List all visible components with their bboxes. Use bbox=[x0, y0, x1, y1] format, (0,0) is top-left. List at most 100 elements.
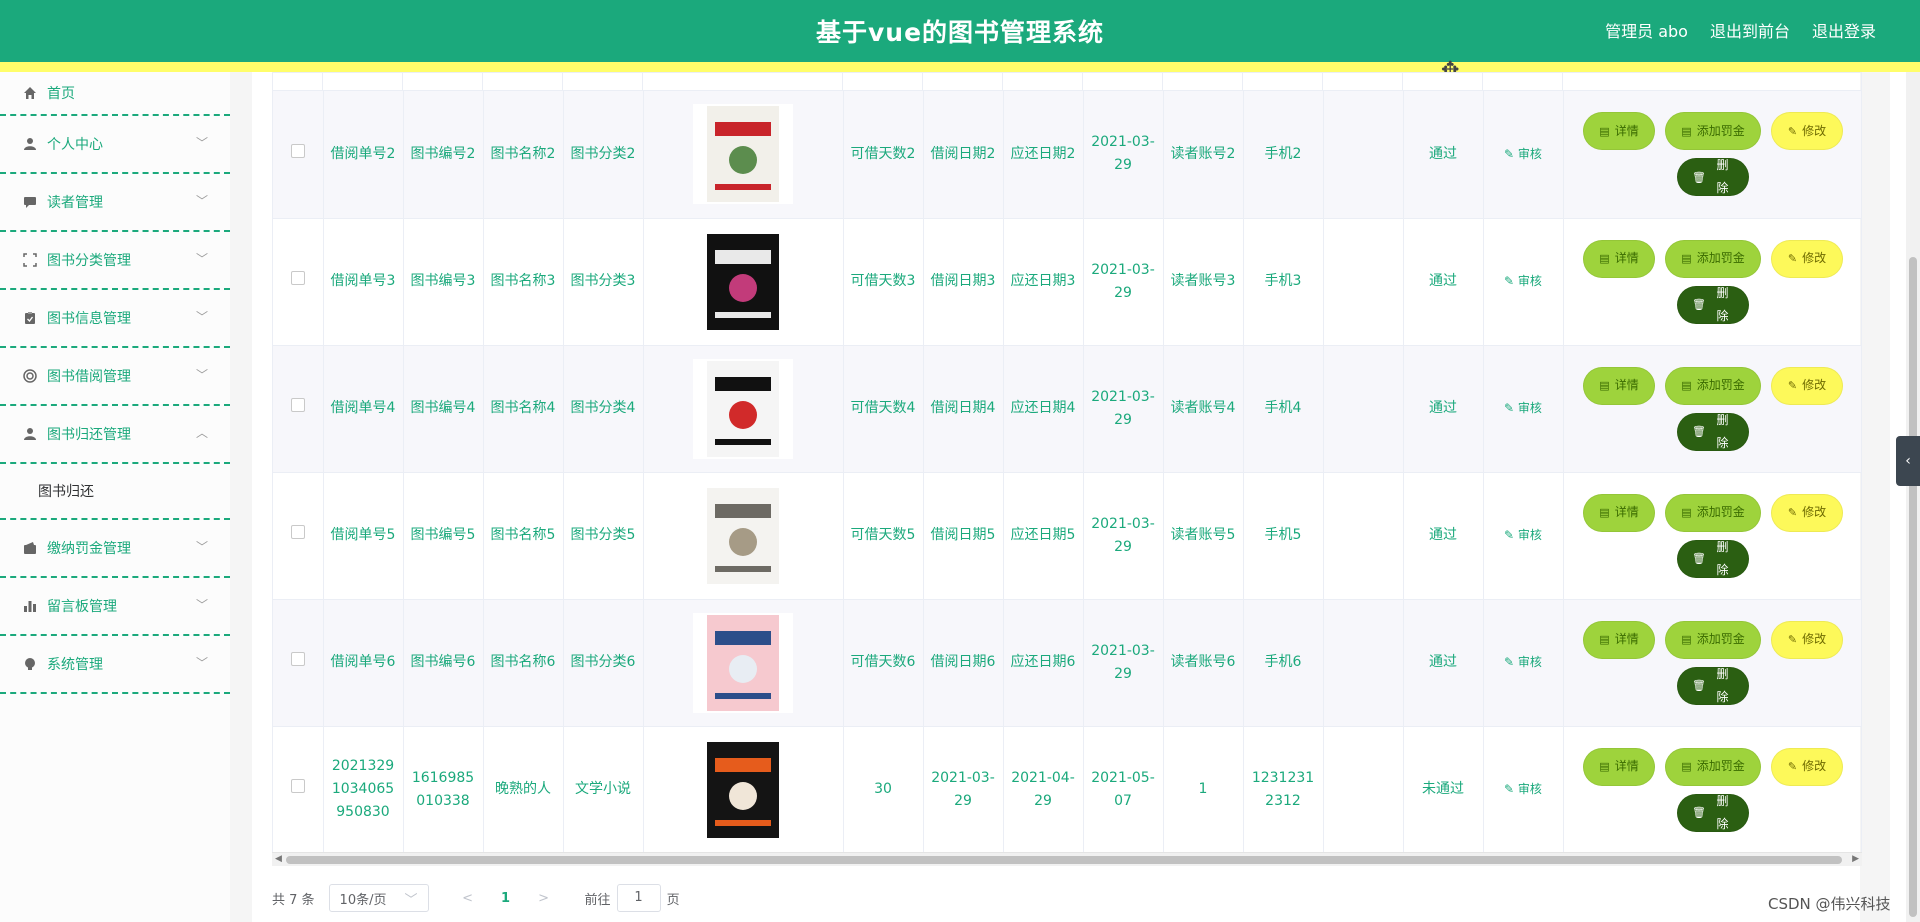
sidebar-item-label: 系统管理 bbox=[47, 657, 103, 673]
edit-button[interactable]: ✎ 修改 bbox=[1771, 366, 1843, 405]
row-checkbox[interactable] bbox=[290, 652, 305, 666]
audit-button[interactable]: ✎ 审核 bbox=[1504, 401, 1542, 415]
edit-button[interactable]: ✎ 修改 bbox=[1771, 747, 1843, 786]
audit-cell: ✎ 审核 bbox=[1483, 91, 1564, 219]
add-fine-button-label: 添加罚金 bbox=[1696, 632, 1745, 646]
borrow-days-cell: 可借天数3 bbox=[843, 218, 924, 346]
add-fine-button[interactable]: ▤ 添加罚金 bbox=[1665, 747, 1761, 786]
row-checkbox[interactable] bbox=[290, 271, 305, 285]
page-size-select[interactable]: 10条/页 ﹀ bbox=[328, 884, 429, 912]
scrollbar-thumb[interactable] bbox=[286, 856, 1842, 864]
document-icon: ▤ bbox=[1599, 506, 1610, 519]
edit-button[interactable]: ✎ 修改 bbox=[1771, 493, 1843, 532]
delete-button[interactable]: 🗑 删除 bbox=[1677, 793, 1749, 832]
sidebar-item-label: 图书归还管理 bbox=[47, 427, 131, 443]
detail-button[interactable]: ▤ 详情 bbox=[1583, 747, 1655, 786]
add-fine-button-label: 添加罚金 bbox=[1696, 123, 1745, 138]
edit-button-label: 修改 bbox=[1802, 251, 1827, 265]
add-fine-button[interactable]: ▤ 添加罚金 bbox=[1665, 112, 1761, 151]
row-checkbox[interactable] bbox=[290, 398, 305, 412]
audit-label: 审核 bbox=[1517, 401, 1542, 415]
circle-icon bbox=[22, 368, 38, 384]
sidebar-item-fine-mgmt[interactable]: 缴纳罚金管理 ﹀ bbox=[0, 520, 230, 578]
prev-page-icon[interactable]: < bbox=[453, 891, 483, 906]
sidebar: 首页 个人中心 ﹀ 读者管理 ﹀ 图书分类管理 ﹀ 图书信息管理 ﹀ 图书借阅管… bbox=[0, 72, 230, 922]
delete-button-label: 删除 bbox=[1716, 412, 1729, 450]
edit-button[interactable]: ✎ 修改 bbox=[1771, 112, 1843, 151]
logout-link[interactable]: 退出登录 bbox=[1812, 18, 1876, 42]
pagination: 共 7 条 10条/页 ﹀ < 1 > 前往 1 页 bbox=[272, 882, 680, 914]
row-checkbox[interactable] bbox=[290, 143, 305, 158]
goto-page-input[interactable]: 1 bbox=[616, 884, 661, 912]
borrow-days-cell: 可借天数6 bbox=[843, 599, 924, 727]
detail-button[interactable]: ▤ 详情 bbox=[1583, 620, 1655, 659]
audit-button[interactable]: ✎ 审核 bbox=[1504, 274, 1542, 288]
chevron-down-icon: ﹀ bbox=[195, 655, 208, 670]
delete-button[interactable]: 🗑 删除 bbox=[1677, 158, 1749, 197]
document-icon: ▤ bbox=[1681, 124, 1692, 138]
sidebar-item-message-board-mgmt[interactable]: 留言板管理 ﹀ bbox=[0, 578, 230, 636]
edit-icon: ✎ bbox=[1504, 274, 1518, 288]
page-vertical-scrollbar[interactable] bbox=[1906, 72, 1920, 922]
edit-button[interactable]: ✎ 修改 bbox=[1771, 239, 1843, 278]
chevron-down-icon: ﹀ bbox=[195, 367, 208, 382]
due-date-cell: 2021-04-29 bbox=[1003, 726, 1084, 854]
cover-cell bbox=[643, 91, 844, 219]
audit-button[interactable]: ✎ 审核 bbox=[1504, 147, 1542, 161]
audit-button[interactable]: ✎ 审核 bbox=[1504, 782, 1542, 796]
add-fine-button-label: 添加罚金 bbox=[1696, 505, 1745, 519]
book-cover-image bbox=[693, 231, 793, 332]
audit-button[interactable]: ✎ 审核 bbox=[1504, 655, 1542, 669]
document-icon: ▤ bbox=[1681, 379, 1692, 392]
sidebar-item-book-info-mgmt[interactable]: 图书信息管理 ﹀ bbox=[0, 290, 230, 348]
edit-button[interactable]: ✎ 修改 bbox=[1771, 620, 1843, 659]
book-name-cell: 图书名称5 bbox=[483, 472, 564, 600]
table-row: 借阅单号4 图书编号4 图书名称4 图书分类4 可借天数4 借阅日期4 应还日期4 2021… bbox=[273, 345, 1861, 473]
trash-icon: 🗑 bbox=[1692, 552, 1706, 565]
borrow-number-cell: 借阅单号5 bbox=[323, 472, 404, 600]
borrow-date-cell: 借阅日期5 bbox=[923, 472, 1004, 600]
detail-button[interactable]: ▤ 详情 bbox=[1583, 112, 1655, 151]
audit-cell: ✎ 审核 bbox=[1483, 345, 1564, 473]
next-page-icon[interactable]: > bbox=[529, 891, 559, 906]
detail-button[interactable]: ▤ 详情 bbox=[1583, 239, 1655, 278]
due-date-cell: 应还日期5 bbox=[1003, 472, 1084, 600]
empty-cell bbox=[1323, 91, 1404, 219]
add-fine-button[interactable]: ▤ 添加罚金 bbox=[1665, 493, 1761, 532]
delete-button[interactable]: 🗑 删除 bbox=[1677, 412, 1749, 451]
header-accent-strip bbox=[0, 62, 1920, 72]
row-checkbox[interactable] bbox=[290, 525, 305, 539]
add-fine-button[interactable]: ▤ 添加罚金 bbox=[1665, 366, 1761, 405]
delete-button-label: 删除 bbox=[1716, 666, 1729, 704]
clipboard-icon bbox=[22, 310, 38, 326]
scrollbar-thumb[interactable] bbox=[1909, 257, 1917, 917]
horizontal-scrollbar[interactable]: ◀ ▶ bbox=[272, 852, 1862, 866]
submenu-item-book-return[interactable]: 图书归还 bbox=[0, 464, 230, 520]
return-date-cell: 2021-03-29 bbox=[1083, 91, 1164, 219]
checkbox-cell bbox=[273, 599, 324, 727]
sidebar-item-return-mgmt[interactable]: 图书归还管理 ︿ bbox=[0, 406, 230, 464]
sidebar-item-personal-center[interactable]: 个人中心 ﹀ bbox=[0, 116, 230, 174]
detail-button[interactable]: ▤ 详情 bbox=[1583, 493, 1655, 532]
audit-button[interactable]: ✎ 审核 bbox=[1504, 528, 1542, 542]
delete-button[interactable]: 🗑 删除 bbox=[1677, 666, 1749, 705]
back-to-front-link[interactable]: 退出到前台 bbox=[1710, 18, 1790, 42]
sidebar-item-borrow-mgmt[interactable]: 图书借阅管理 ﹀ bbox=[0, 348, 230, 406]
add-fine-button-label: 添加罚金 bbox=[1696, 378, 1745, 392]
delete-button[interactable]: 🗑 删除 bbox=[1677, 539, 1749, 578]
book-cover-image bbox=[693, 104, 793, 205]
current-page-number[interactable]: 1 bbox=[491, 891, 521, 906]
sidebar-item-reader-mgmt[interactable]: 读者管理 ﹀ bbox=[0, 174, 230, 232]
scroll-right-icon[interactable]: ▶ bbox=[1852, 854, 1859, 864]
sidebar-item-system-mgmt[interactable]: 系统管理 ﹀ bbox=[0, 636, 230, 694]
sidebar-item-category-mgmt[interactable]: 图书分类管理 ﹀ bbox=[0, 232, 230, 290]
detail-button[interactable]: ▤ 详情 bbox=[1583, 366, 1655, 405]
collapse-panel-tab[interactable]: ‹ bbox=[1896, 436, 1920, 486]
scroll-left-icon[interactable]: ◀ bbox=[275, 854, 282, 864]
detail-button-label: 详情 bbox=[1614, 251, 1639, 265]
sidebar-item-home[interactable]: 首页 bbox=[0, 72, 230, 116]
add-fine-button[interactable]: ▤ 添加罚金 bbox=[1665, 620, 1761, 659]
row-checkbox[interactable] bbox=[290, 779, 305, 793]
delete-button[interactable]: 🗑 删除 bbox=[1677, 285, 1749, 324]
add-fine-button[interactable]: ▤ 添加罚金 bbox=[1665, 239, 1761, 278]
